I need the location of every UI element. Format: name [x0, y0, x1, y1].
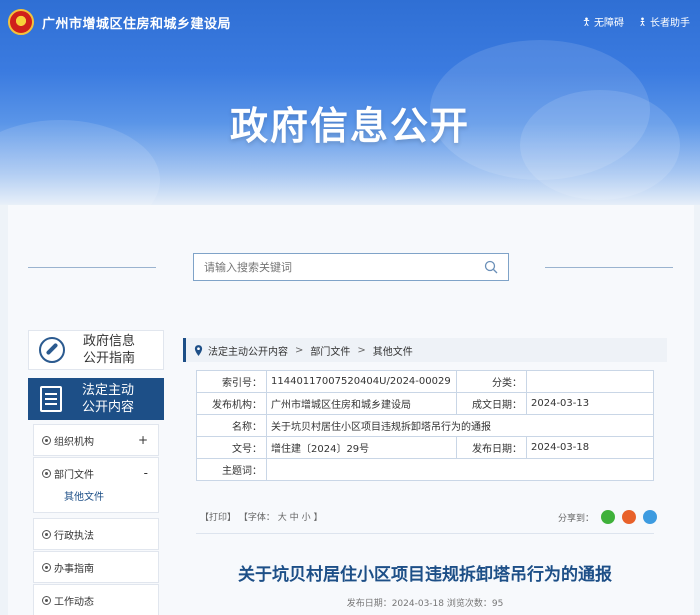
breadcrumb-item[interactable]: 法定主动公开内容: [208, 343, 288, 358]
sidebar-item-law-enforcement[interactable]: 行政执法: [33, 518, 159, 550]
info-label: 发布机构：: [196, 392, 267, 415]
bullet-icon: [42, 435, 51, 445]
article-title: 关于坑贝村居住小区项目违规拆卸塔吊行为的通报: [238, 565, 612, 585]
weibo-icon[interactable]: [622, 510, 637, 524]
breadcrumb-separator: >: [295, 344, 304, 356]
info-value: 增住建〔2024〕29号: [266, 436, 457, 459]
nav-disclosure-guide[interactable]: 政府信息 公开指南: [28, 330, 164, 370]
nav-statutory-disclosure[interactable]: 法定主动 公开内容: [28, 378, 164, 420]
bullet-icon: [42, 595, 51, 605]
divider: [196, 533, 654, 534]
compass-icon: [39, 337, 65, 363]
bullet-icon: [42, 529, 51, 539]
divider-line: [28, 267, 156, 268]
accessibility-icon: [583, 17, 590, 26]
info-value: 广州市增城区住房和城乡建设局: [266, 392, 457, 415]
font-medium-button[interactable]: 中: [290, 513, 299, 523]
print-button[interactable]: 【打印】: [200, 513, 236, 523]
article-tools: 【打印】 【字体： 大 中 小 】: [200, 513, 323, 523]
info-label: 主题词：: [196, 458, 267, 481]
font-small-button[interactable]: 小: [302, 513, 311, 523]
info-label: 索引号：: [196, 370, 267, 393]
search-icon[interactable]: [484, 260, 498, 274]
font-large-button[interactable]: 大: [278, 513, 287, 523]
info-value: 关于坑贝村居住小区项目违规拆卸塔吊行为的通报: [266, 414, 654, 437]
info-value: 2024-03-13: [526, 392, 654, 415]
breadcrumb-item[interactable]: 其他文件: [373, 343, 413, 358]
accessibility-link[interactable]: 无障碍: [582, 14, 624, 29]
sidebar-item-dept-files[interactable]: 部门文件 - 其他文件: [33, 457, 159, 513]
site-title[interactable]: 广州市增城区住房和城乡建设局: [42, 13, 231, 32]
info-value: 11440117007520404U/2024-00029: [266, 370, 457, 393]
info-value: [526, 370, 654, 393]
qq-icon[interactable]: [643, 510, 658, 524]
document-info-table: 索引号： 11440117007520404U/2024-00029 分类： 发…: [196, 370, 654, 481]
breadcrumb: 法定主动公开内容 > 部门文件 > 其他文件: [183, 338, 667, 362]
sidebar-item-organization[interactable]: 组织机构 +: [33, 424, 159, 456]
info-label: 分类：: [456, 370, 527, 393]
info-label: 成文日期：: [456, 392, 527, 415]
emblem-icon: [8, 9, 34, 35]
info-label: 发布日期：: [456, 436, 527, 459]
info-value: 2024-03-18: [526, 436, 654, 459]
nav-active-line1: 法定主动: [82, 383, 135, 398]
info-value: [266, 458, 654, 481]
wechat-icon[interactable]: [601, 510, 616, 524]
nav-guide-line2: 公开指南: [83, 351, 136, 366]
expand-icon[interactable]: +: [138, 433, 148, 447]
share-bar: 分享到：: [558, 510, 658, 524]
breadcrumb-separator: >: [357, 344, 366, 356]
breadcrumb-item[interactable]: 部门文件: [310, 343, 350, 358]
article-meta: 发布日期：2024-03-18 浏览次数：95: [346, 599, 504, 609]
nav-active-line2: 公开内容: [82, 400, 135, 415]
share-label: 分享到：: [558, 513, 595, 524]
document-icon: [40, 386, 62, 412]
info-label: 文号：: [196, 436, 267, 459]
nav-guide-line1: 政府信息: [83, 334, 136, 349]
bullet-icon: [42, 468, 51, 478]
banner-title: 政府信息公开: [229, 104, 470, 148]
elder-helper-link[interactable]: 长者助手: [638, 14, 690, 29]
collapse-icon[interactable]: -: [144, 466, 148, 480]
location-pin-icon: [194, 344, 203, 356]
search-box: [193, 253, 509, 281]
search-input[interactable]: [204, 260, 474, 274]
sidebar-subitem-other-files[interactable]: 其他文件: [34, 488, 158, 512]
sidebar-item-service-guide[interactable]: 办事指南: [33, 551, 159, 583]
bullet-icon: [42, 562, 51, 572]
font-size-label: 【字体：: [238, 513, 275, 523]
divider-line: [545, 267, 673, 268]
info-label: 名称：: [196, 414, 267, 437]
elder-icon: [640, 17, 645, 26]
top-links: 无障碍 长者助手: [582, 14, 690, 29]
sidebar-item-work-news[interactable]: 工作动态: [33, 584, 159, 615]
